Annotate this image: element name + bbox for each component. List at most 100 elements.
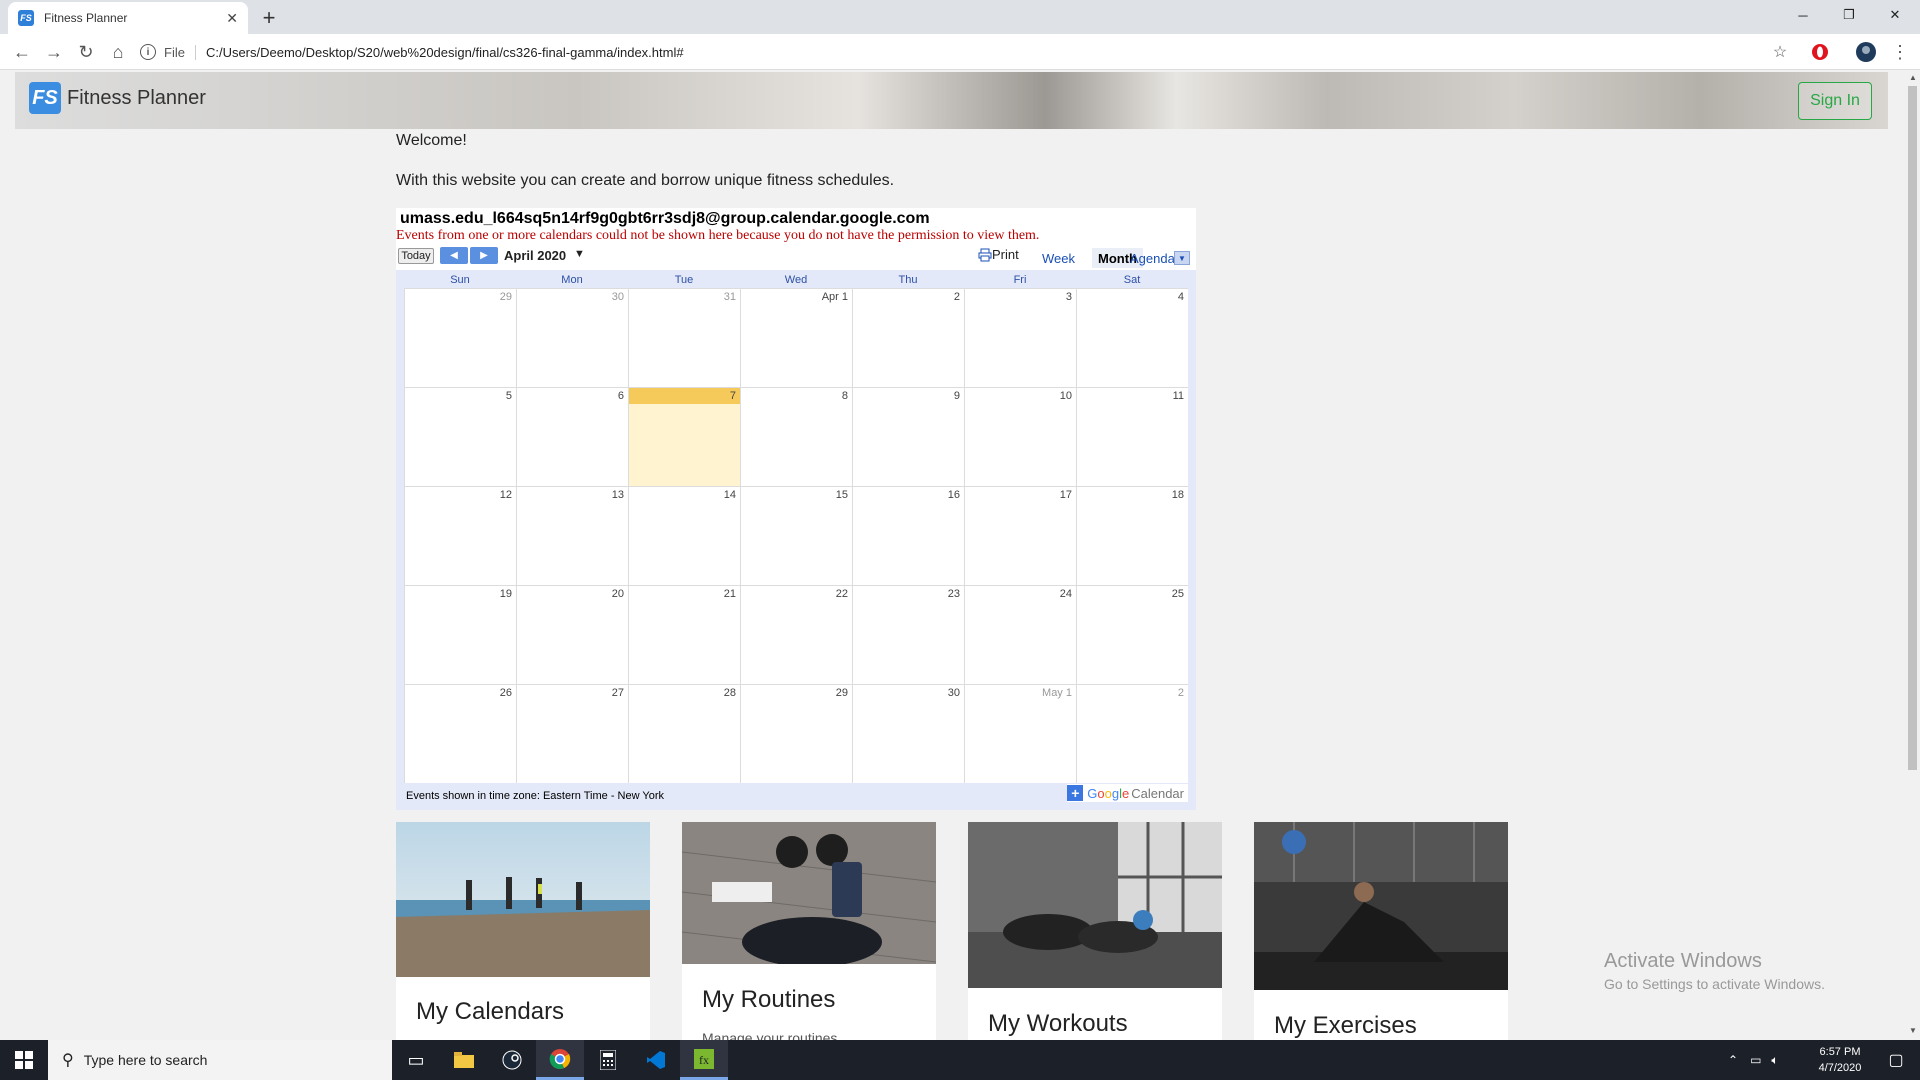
view-tab-week[interactable]: Week [1036, 248, 1081, 268]
calendar-day-cell[interactable]: 27 [516, 684, 628, 783]
calendar-day-cell[interactable]: May 1 [964, 684, 1076, 783]
printer-icon [978, 248, 992, 261]
day-number: 27 [611, 687, 624, 699]
calendar-day-cell[interactable]: 11 [1076, 387, 1188, 486]
calendar-day-cell[interactable]: 31 [628, 288, 740, 387]
calendar-day-cell[interactable]: 14 [628, 486, 740, 585]
calendar-day-cell[interactable]: 29 [404, 288, 516, 387]
day-number: 22 [835, 588, 848, 600]
calendar-day-cell[interactable]: 8 [740, 387, 852, 486]
calendar-month-grid: Sun Mon Tue Wed Thu Fri Sat 29 30 31 Apr 12345678… [396, 270, 1196, 810]
calendar-day-cell[interactable]: 2 [1076, 684, 1188, 783]
month-label[interactable]: April 2020 [504, 248, 566, 263]
calendar-day-cell[interactable]: 9 [852, 387, 964, 486]
menu-kebab-icon[interactable]: ⋮ [1888, 40, 1912, 64]
card-my-workouts[interactable]: My Workouts [968, 822, 1222, 1040]
home-button[interactable]: ⌂ [106, 40, 130, 64]
calendar-day-cell[interactable]: 19 [404, 585, 516, 684]
taskbar-search[interactable]: ⚲ Type here to search [48, 1040, 392, 1080]
calendar-day-cell[interactable]: 17 [964, 486, 1076, 585]
restore-button[interactable]: ❐ [1826, 0, 1872, 30]
calendar-day-cell-today[interactable]: 7 [628, 387, 740, 486]
calendar-day-cell[interactable]: 10 [964, 387, 1076, 486]
calendar-day-cell[interactable]: 23 [852, 585, 964, 684]
page-scrollbar[interactable]: ▲ ▼ [1905, 70, 1920, 1040]
day-number: 15 [835, 489, 848, 501]
volume-icon[interactable]: 🔈︎ [1771, 1053, 1778, 1068]
calendar-day-cell[interactable]: 2 [852, 288, 964, 387]
editor-app-icon[interactable]: fx [680, 1040, 728, 1080]
day-number: 12 [499, 489, 512, 501]
day-number: 16 [947, 489, 960, 501]
minimize-button[interactable]: ─ [1780, 0, 1826, 30]
notifications-icon[interactable]: ▢ [1872, 1040, 1920, 1080]
bookmark-star-icon[interactable]: ☆ [1768, 40, 1792, 64]
print-button[interactable]: Print [978, 247, 1019, 262]
network-icon[interactable]: ▭ [1750, 1053, 1761, 1067]
calendar-day-cell[interactable]: 5 [404, 387, 516, 486]
close-tab-icon[interactable]: ✕ [226, 10, 238, 27]
calendar-day-cell[interactable]: 25 [1076, 585, 1188, 684]
next-month-button[interactable]: ▶ [470, 247, 498, 264]
profile-avatar[interactable] [1854, 40, 1878, 64]
clock-date: 4/7/2020 [1818, 1062, 1862, 1074]
dumbbells-phone-image [682, 822, 936, 964]
day-number: 25 [1171, 588, 1184, 600]
system-tray: ⌃ ▭ 🔈︎ [1728, 1040, 1779, 1080]
tray-chevron-icon[interactable]: ⌃ [1728, 1053, 1738, 1067]
calendar-day-cell[interactable]: 6 [516, 387, 628, 486]
site-navbar: FS Fitness Planner Sign In [15, 72, 1888, 129]
address-bar[interactable]: i File C:/Users/Deemo/Desktop/S20/web%20… [140, 38, 1780, 66]
browser-tab[interactable]: FS Fitness Planner ✕ [8, 2, 248, 34]
card-my-exercises[interactable]: My Exercises [1254, 822, 1508, 1040]
prev-month-button[interactable]: ◀ [440, 247, 468, 264]
sign-in-button[interactable]: Sign In [1798, 82, 1872, 120]
calendar-day-cell[interactable]: 18 [1076, 486, 1188, 585]
scroll-down-icon[interactable]: ▼ [1909, 1026, 1917, 1035]
reload-button[interactable]: ↻ [74, 40, 98, 64]
steam-icon[interactable] [488, 1040, 536, 1080]
calendar-day-cell[interactable]: 15 [740, 486, 852, 585]
day-number: 29 [835, 687, 848, 699]
calendar-day-cell[interactable]: 4 [1076, 288, 1188, 387]
calendar-day-cell[interactable]: 24 [964, 585, 1076, 684]
calculator-icon[interactable] [584, 1040, 632, 1080]
calendar-day-cell[interactable]: 3 [964, 288, 1076, 387]
svg-text:fx: fx [699, 1053, 709, 1067]
scrollbar-thumb[interactable] [1908, 86, 1917, 770]
chrome-icon[interactable] [536, 1040, 584, 1080]
calendar-day-cell[interactable]: 13 [516, 486, 628, 585]
task-view-icon[interactable]: ▭ [392, 1040, 440, 1080]
calendar-day-cell[interactable]: 29 [740, 684, 852, 783]
calendar-day-cell[interactable]: 28 [628, 684, 740, 783]
calendar-day-cell[interactable]: 12 [404, 486, 516, 585]
month-dropdown-icon[interactable]: ▼ [574, 248, 585, 260]
forward-button[interactable]: → [42, 40, 66, 64]
card-my-routines[interactable]: My Routines Manage your routines [682, 822, 936, 1040]
scroll-up-icon[interactable]: ▲ [1909, 73, 1917, 82]
google-calendar-button[interactable]: + Google Calendar [1067, 784, 1188, 802]
start-button[interactable] [0, 1040, 48, 1080]
close-window-button[interactable]: ✕ [1872, 0, 1918, 30]
calendar-day-cell[interactable]: 26 [404, 684, 516, 783]
calendar-day-cell[interactable]: 30 [516, 288, 628, 387]
info-icon[interactable]: i [140, 44, 156, 60]
calendar-day-cell[interactable]: 22 [740, 585, 852, 684]
calendar-day-cell[interactable]: Apr 1 [740, 288, 852, 387]
view-tab-agenda-label[interactable]: Agenda [1124, 248, 1181, 268]
back-button[interactable]: ← [10, 40, 34, 64]
day-number: 2 [953, 291, 960, 303]
today-button[interactable]: Today [398, 248, 434, 264]
calendar-day-cell[interactable]: 20 [516, 585, 628, 684]
new-tab-button[interactable]: + [256, 5, 282, 31]
agenda-dropdown-icon[interactable]: ▼ [1174, 251, 1190, 265]
vscode-icon[interactable] [632, 1040, 680, 1080]
file-explorer-icon[interactable] [440, 1040, 488, 1080]
brand[interactable]: FS Fitness Planner [29, 82, 206, 114]
taskbar-clock[interactable]: 6:57 PM 4/7/2020 [1808, 1044, 1872, 1076]
calendar-day-cell[interactable]: 30 [852, 684, 964, 783]
calendar-day-cell[interactable]: 21 [628, 585, 740, 684]
calendar-day-cell[interactable]: 16 [852, 486, 964, 585]
card-my-calendars[interactable]: My Calendars [396, 822, 650, 1040]
opera-extension-icon[interactable] [1808, 40, 1832, 64]
